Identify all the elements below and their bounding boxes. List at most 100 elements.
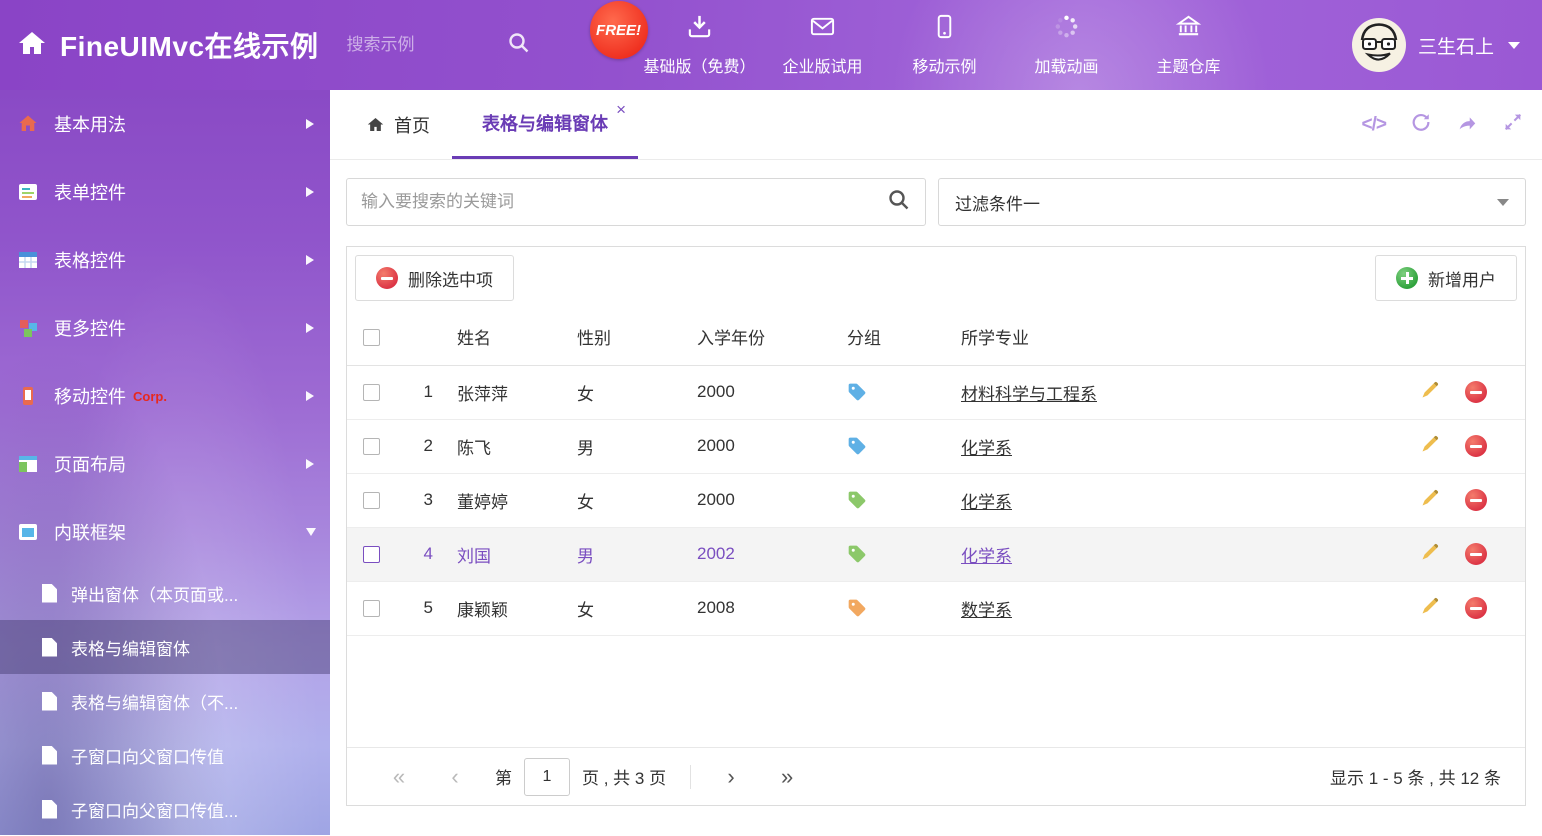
minus-icon [376,267,398,289]
filter-row: 过滤条件一 [346,178,1526,226]
major-link[interactable]: 化学系 [961,547,1012,566]
header-search-input[interactable] [347,35,507,55]
user-menu[interactable]: 三生石上 [1352,18,1520,72]
col-header-year[interactable]: 入学年份 [683,309,833,365]
row-checkbox[interactable] [363,546,380,563]
major-link[interactable]: 材料科学与工程系 [961,385,1097,404]
table-header-row: 姓名 性别 入学年份 分组 所学专业 [347,309,1525,365]
frame-icon [16,520,40,544]
row-checkbox[interactable] [363,600,380,617]
major-link[interactable]: 数学系 [961,601,1012,620]
row-checkbox[interactable] [363,492,380,509]
keyword-search-input[interactable] [361,192,877,212]
home-icon [16,112,40,136]
select-all-checkbox[interactable] [363,329,380,346]
add-user-button[interactable]: 新增用户 [1375,255,1517,301]
edit-icon[interactable] [1420,542,1440,567]
nav-item-label: 主题仓库 [1157,53,1221,77]
main-content: 首页 表格与编辑窗体 × </> 过滤条件一 [330,90,1542,835]
app-title: FineUIMvc在线示例 [60,25,319,65]
refresh-icon[interactable] [1410,111,1432,138]
row-checkbox[interactable] [363,384,380,401]
nav-item-mobile-demo[interactable]: 移动示例 [884,0,1006,90]
username: 三生石上 [1418,32,1494,59]
edit-icon[interactable] [1420,488,1440,513]
sidebar-subitem-grid-edit-window[interactable]: 表格与编辑窗体 [0,620,330,674]
filter-dropdown[interactable]: 过滤条件一 [938,178,1526,226]
edit-icon[interactable] [1420,596,1440,621]
table-row[interactable]: 1 张萍萍 女 2000 材料科学与工程系 [347,365,1525,419]
sidebar-subitem-child-to-parent[interactable]: 子窗口向父窗口传值 [0,728,330,782]
next-page-button[interactable]: › [703,764,759,790]
first-page-button[interactable]: « [371,764,427,790]
sidebar-item-form-controls[interactable]: 表单控件 [0,158,330,226]
table-row[interactable]: 2 陈飞 男 2000 化学系 [347,419,1525,473]
plus-icon [1396,267,1418,289]
app-home-icon[interactable] [16,27,48,64]
sidebar-item-inline-frame[interactable]: 内联框架 [0,498,330,566]
chevron-right-icon [306,391,314,401]
tag-icon [847,544,867,564]
page-label-suffix: 页 , 共 3 页 [582,764,666,789]
table-row-selected[interactable]: 4 刘国 男 2002 化学系 [347,527,1525,581]
row-checkbox[interactable] [363,438,380,455]
table-empty-area [347,636,1525,748]
spinner-icon [1053,13,1080,45]
sidebar-item-more-controls[interactable]: 更多控件 [0,294,330,362]
col-header-name[interactable]: 姓名 [443,309,563,365]
table-row[interactable]: 3 董婷婷 女 2000 化学系 [347,473,1525,527]
col-header-major[interactable]: 所学专业 [947,309,1401,365]
close-icon[interactable]: × [616,100,626,120]
delete-icon[interactable] [1465,381,1487,403]
chevron-right-icon [306,255,314,265]
sidebar-subitem-grid-edit-window-2[interactable]: 表格与编辑窗体（不... [0,674,330,728]
col-header-gender[interactable]: 性别 [563,309,683,365]
avatar [1352,18,1406,72]
share-icon[interactable] [1456,111,1478,138]
file-icon [42,746,57,765]
chevron-down-icon [1497,199,1509,206]
nav-item-basic-edition[interactable]: FREE! 基础版（免费） [594,0,762,90]
delete-icon[interactable] [1465,543,1487,565]
nav-item-enterprise-trial[interactable]: 企业版试用 [762,0,884,90]
sidebar-item-grid-controls[interactable]: 表格控件 [0,226,330,294]
sidebar-subitem-child-to-parent-2[interactable]: 子窗口向父窗口传值... [0,782,330,836]
chevron-right-icon [306,459,314,469]
tab-home[interactable]: 首页 [344,90,452,159]
delete-icon[interactable] [1465,435,1487,457]
last-page-button[interactable]: » [759,764,815,790]
sidebar-subitem-popup-window[interactable]: 弹出窗体（本页面或... [0,566,330,620]
header-nav: FREE! 基础版（免费） 企业版试用 移动示例 加载动画 [594,0,1250,90]
nav-item-theme-repo[interactable]: 主题仓库 [1128,0,1250,90]
tab-bar: 首页 表格与编辑窗体 × </> [330,90,1542,160]
nav-item-loading-animation[interactable]: 加载动画 [1006,0,1128,90]
delete-icon[interactable] [1465,489,1487,511]
search-icon[interactable] [887,188,911,217]
table-row[interactable]: 5 康颖颖 女 2008 数学系 [347,581,1525,635]
file-icon [42,692,57,711]
page-number-input[interactable] [524,758,570,796]
grid-panel: 删除选中项 新增用户 姓名 性别 入学年份 分组 所学专业 [346,246,1526,806]
major-link[interactable]: 化学系 [961,493,1012,512]
search-icon[interactable] [507,31,531,60]
sidebar-item-mobile-controls[interactable]: 移动控件 Corp. [0,362,330,430]
tab-grid-edit-window[interactable]: 表格与编辑窗体 × [452,90,638,159]
file-icon [42,800,57,819]
edit-icon[interactable] [1420,380,1440,405]
edit-icon[interactable] [1420,434,1440,459]
sidebar-item-basic-usage[interactable]: 基本用法 [0,90,330,158]
col-header-group[interactable]: 分组 [833,309,947,365]
code-icon[interactable]: </> [1362,114,1386,136]
delete-icon[interactable] [1465,597,1487,619]
tag-icon [847,382,867,402]
grid-toolbar: 删除选中项 新增用户 [347,247,1525,309]
pagination-bar: « ‹ 第 页 , 共 3 页 › » 显示 1 - 5 条 , 共 12 条 [347,747,1525,805]
filter-dropdown-value: 过滤条件一 [955,190,1040,215]
prev-page-button[interactable]: ‹ [427,764,483,790]
sidebar-item-page-layout[interactable]: 页面布局 [0,430,330,498]
nav-item-label: 基础版（免费） [644,53,756,77]
major-link[interactable]: 化学系 [961,439,1012,458]
delete-selected-button[interactable]: 删除选中项 [355,255,514,301]
expand-icon[interactable] [1502,111,1524,138]
form-icon [16,180,40,204]
